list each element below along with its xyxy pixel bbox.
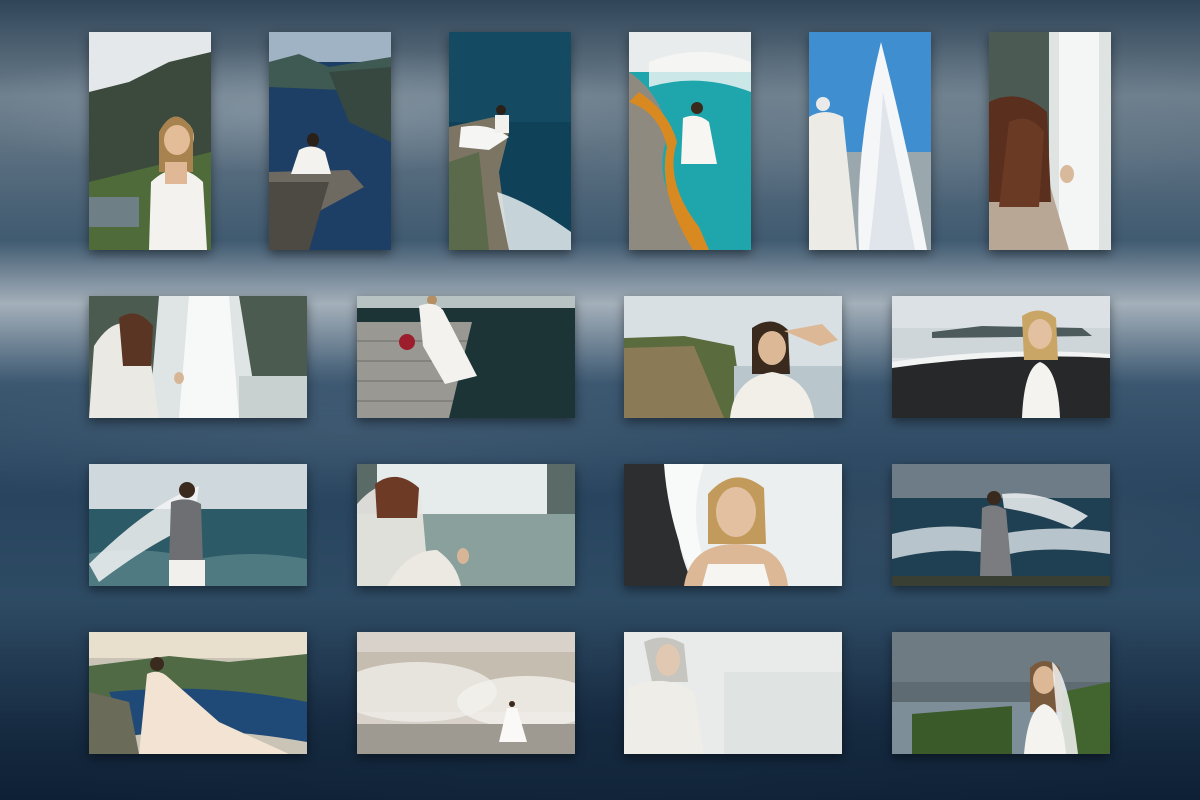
photo-black-sand-beach[interactable]	[892, 296, 1110, 418]
photo-green-cliff-laugh[interactable]	[892, 632, 1110, 754]
photo-ocean-veil-sweater[interactable]	[89, 464, 307, 586]
photo-steam-field[interactable]	[357, 632, 575, 754]
photo-image	[449, 32, 571, 250]
photo-geyser-eruption[interactable]	[809, 32, 931, 250]
photo-image	[892, 464, 1110, 586]
photo-image	[629, 32, 751, 250]
photo-image	[357, 464, 575, 586]
photo-waterfall-veil[interactable]	[89, 296, 307, 418]
photo-image	[269, 32, 391, 250]
photo-hot-spring-pool[interactable]	[629, 32, 751, 250]
photo-fjord-flowing-gown[interactable]	[89, 632, 307, 754]
photo-beach-closeup-laugh[interactable]	[624, 464, 842, 586]
photo-image	[989, 32, 1111, 250]
photo-image	[89, 464, 307, 586]
photo-fjord-rock-ledge[interactable]	[269, 32, 391, 250]
photo-image	[892, 632, 1110, 754]
photo-misty-portrait[interactable]	[624, 632, 842, 754]
photo-image	[624, 296, 842, 418]
photo-lake-dock-bouquet[interactable]	[357, 296, 575, 418]
gallery-collage: { "gallery": { "rows": 4, "photos": [ {"…	[0, 0, 1200, 800]
photo-image	[89, 32, 211, 250]
photo-image	[357, 296, 575, 418]
photo-sea-cliff-aerial[interactable]	[449, 32, 571, 250]
photo-waterfall-curly-hair[interactable]	[989, 32, 1111, 250]
photo-image	[89, 632, 307, 754]
photo-image	[624, 632, 842, 754]
photo-image	[809, 32, 931, 250]
photo-image	[357, 632, 575, 754]
photo-waterfall-veil-back[interactable]	[357, 464, 575, 586]
photo-stormy-sea-veil[interactable]	[892, 464, 1110, 586]
photo-image	[624, 464, 842, 586]
photo-image	[89, 296, 307, 418]
photo-cliff-shading-eyes[interactable]	[624, 296, 842, 418]
photo-cliff-laughing-portrait[interactable]	[89, 32, 211, 250]
photo-image	[892, 296, 1110, 418]
